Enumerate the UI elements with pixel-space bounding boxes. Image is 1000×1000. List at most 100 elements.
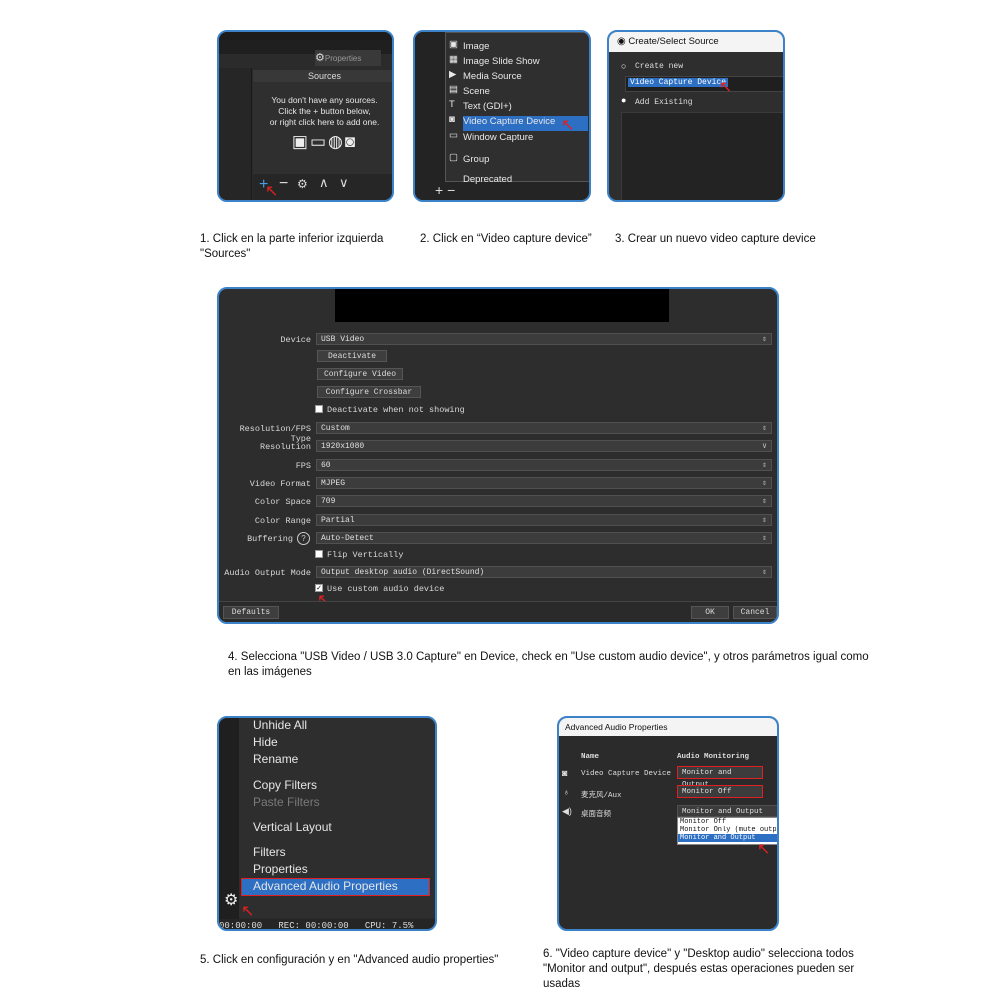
res-type-select[interactable]: Custom ⇕ (316, 422, 772, 434)
menu-item[interactable]: Scene (463, 86, 490, 97)
row1-name: Video Capture Device (581, 770, 672, 778)
add-existing-label: Add Existing (635, 98, 693, 107)
move-down-icon[interactable]: ∨ (339, 175, 349, 191)
deactivate-not-showing-checkbox[interactable] (315, 405, 323, 413)
menu-item[interactable]: Properties (253, 862, 308, 876)
move-up-icon[interactable]: ∧ (319, 175, 329, 191)
color-space-select[interactable]: 709 ⇕ (316, 495, 772, 507)
defaults-button[interactable]: Defaults (223, 606, 279, 619)
menu-item[interactable]: Filters (253, 845, 286, 859)
caption-2: 2. Click en “Video capture device” (420, 233, 592, 245)
buffering-label: Buffering (247, 534, 293, 544)
group-icon: ▢ (449, 152, 458, 163)
radio-create-new[interactable]: ○ (621, 61, 626, 71)
menu-item[interactable]: Video Capture Device (463, 116, 555, 127)
gear-icon[interactable]: ⚙ (297, 177, 308, 191)
sources-list[interactable]: You don't have any sources. Click the + … (253, 82, 392, 174)
help-icon[interactable]: ? (297, 532, 310, 545)
add-icon[interactable]: + (435, 182, 443, 198)
row3-name: 桌面音频 (581, 811, 611, 819)
option-monitor-only[interactable]: Monitor Only (mute outpu (678, 826, 777, 834)
source-type-icons: ▣▭◍◙ (253, 133, 392, 150)
caption-3: 3. Crear un nuevo video capture device (615, 233, 816, 245)
col-name-header: Name (581, 753, 600, 761)
radio-add-existing[interactable]: ● (621, 95, 626, 105)
menu-item[interactable]: Image (463, 41, 489, 52)
source-name-value: Video Capture Device (628, 78, 729, 87)
gear-icon: ⚙ (315, 52, 325, 64)
menu-item[interactable]: Image Slide Show (463, 56, 540, 67)
deactivate-button[interactable]: Deactivate (317, 350, 387, 362)
camera-icon: ◙ (562, 768, 568, 778)
menu-item[interactable]: Unhide All (253, 718, 307, 732)
empty-line-3: or right click here to add one. (269, 117, 380, 127)
preview-area (335, 289, 669, 322)
menu-item[interactable]: Vertical Layout (253, 820, 332, 834)
cancel-button[interactable]: Cancel (733, 606, 777, 619)
menu-item[interactable]: Text (GDI+) (463, 101, 512, 112)
slideshow-icon: ▦ (449, 54, 458, 65)
text-icon: T (449, 99, 455, 110)
custom-audio-checkbox[interactable]: ✓ (315, 584, 323, 592)
color-range-select[interactable]: Partial ⇕ (316, 514, 772, 526)
menu-item[interactable]: Group (463, 154, 489, 165)
microphone-icon: ♁ (563, 787, 570, 797)
remove-source-icon[interactable]: − (279, 175, 288, 193)
menu-item[interactable]: Media Source (463, 71, 522, 82)
fps-select[interactable]: 60 ⇕ (316, 459, 772, 471)
audio-mode-label: Audio Output Mode (224, 568, 311, 578)
menu-item[interactable]: Hide (253, 735, 278, 749)
resolution-label: Resolution (259, 442, 311, 452)
dialog-titlebar: Advanced Audio Properties (559, 718, 777, 736)
remove-icon[interactable]: − (447, 182, 455, 198)
video-format-label: Video Format (249, 479, 311, 489)
empty-line-2: Click the + button below, (278, 106, 371, 116)
scene-icon: ▤ (449, 84, 458, 95)
empty-line-1: You don't have any sources. (271, 95, 378, 105)
status-bar: 00:00:00 REC: 00:00:00 CPU: 7.5% (219, 919, 435, 929)
menu-item[interactable]: Rename (253, 752, 298, 766)
pointer-arrow-icon: ↖ (561, 117, 575, 134)
row2-monitoring-select[interactable]: Monitor Off (677, 785, 763, 798)
window-icon: ▭ (449, 130, 458, 141)
dialog-title: Create/Select Source (628, 36, 719, 47)
video-format-select[interactable]: MJPEG ⇕ (316, 477, 772, 489)
device-select[interactable]: USB Video ⇕ (316, 333, 772, 345)
menu-item[interactable]: Deprecated (463, 174, 512, 185)
menu-item[interactable]: Advanced Audio Properties (253, 879, 398, 893)
ok-button[interactable]: OK (691, 606, 729, 619)
row3-monitoring-select[interactable]: Monitor and Output (677, 805, 777, 817)
menu-item[interactable]: Window Capture (463, 132, 533, 143)
obs-icon: ◉ (617, 36, 626, 47)
gear-icon[interactable]: ⚙ (224, 890, 238, 910)
row2-name: 麦克风/Aux (581, 792, 622, 800)
caption-4: 4. Selecciona "USB Video / USB 3.0 Captu… (228, 651, 869, 678)
configure-video-button[interactable]: Configure Video (317, 368, 403, 380)
resolution-select[interactable]: 1920x1080 ∨ (316, 440, 772, 452)
screenshot-sources-panel: ⚙Properties Sources You don't have any s… (217, 30, 394, 202)
create-new-label: Create new (635, 62, 684, 71)
menu-item[interactable]: Copy Filters (253, 778, 317, 792)
existing-list[interactable] (621, 112, 783, 200)
flip-vertically-checkbox[interactable] (315, 550, 323, 558)
pointer-arrow-icon: ↖ (757, 841, 771, 858)
color-space-label: Color Space (254, 497, 311, 507)
deactivate-not-showing-label: Deactivate when not showing (327, 405, 465, 415)
col-monitoring-header: Audio Monitoring (677, 753, 750, 761)
configure-crossbar-button[interactable]: Configure Crossbar (317, 386, 421, 398)
speaker-icon: ◀) (562, 806, 572, 816)
audio-mode-select[interactable]: Output desktop audio (DirectSound) ⇕ (316, 566, 772, 578)
properties-button[interactable]: ⚙Properties (315, 50, 381, 66)
fps-label: FPS (295, 461, 311, 471)
screenshot-add-source-menu: + − ▣ Image ▦ Image Slide Show ▶ Media Source… (413, 30, 591, 202)
sources-toolbar: + − (415, 182, 589, 200)
color-range-label: Color Range (254, 516, 311, 526)
scenes-panel (219, 68, 252, 200)
buffering-select[interactable]: Auto-Detect ⇕ (316, 532, 772, 544)
device-label: Device (280, 335, 311, 345)
left-panel (415, 32, 445, 200)
row1-monitoring-select[interactable]: Monitor and Output (677, 766, 763, 789)
menu-item[interactable]: Paste Filters (253, 795, 320, 809)
option-monitor-off[interactable]: Monitor Off (678, 818, 777, 826)
source-name-input[interactable]: Video Capture Device (625, 76, 783, 92)
